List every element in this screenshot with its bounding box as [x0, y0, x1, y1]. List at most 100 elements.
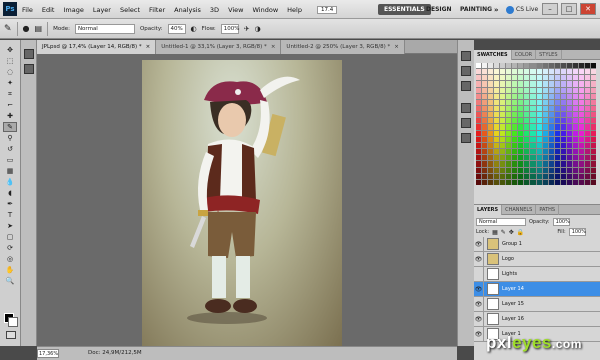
swatch-cell[interactable]	[548, 63, 554, 69]
swatch-cell[interactable]	[524, 167, 530, 173]
swatch-cell[interactable]	[506, 149, 512, 155]
swatch-cell[interactable]	[536, 167, 542, 173]
swatch-cell[interactable]	[536, 81, 542, 87]
swatch-cell[interactable]	[518, 130, 524, 136]
swatch-cell[interactable]	[476, 161, 482, 167]
swatch-cell[interactable]	[590, 87, 596, 93]
swatch-cell[interactable]	[512, 149, 518, 155]
swatch-cell[interactable]	[542, 93, 548, 99]
swatch-cell[interactable]	[488, 118, 494, 124]
paragraph-panel-icon[interactable]	[461, 81, 471, 91]
swatch-cell[interactable]	[590, 75, 596, 81]
swatch-cell[interactable]	[500, 63, 506, 69]
swatch-cell[interactable]	[506, 75, 512, 81]
swatch-cell[interactable]	[572, 142, 578, 149]
swatch-cell[interactable]	[548, 69, 554, 75]
opacity-input[interactable]: 40%	[167, 23, 186, 34]
menu-analysis[interactable]: Analysis	[174, 6, 201, 14]
swatch-cell[interactable]	[542, 130, 548, 136]
tab-close-icon[interactable]: ×	[146, 44, 151, 50]
swatch-cell[interactable]	[590, 149, 596, 155]
blend-mode-select[interactable]: Normal	[476, 217, 526, 226]
swatch-cell[interactable]	[500, 112, 506, 118]
brush-picker-icon[interactable]: ●	[23, 24, 30, 33]
swatch-cell[interactable]	[482, 179, 488, 185]
swatch-cell[interactable]	[554, 118, 560, 124]
swatch-cell[interactable]	[476, 149, 482, 155]
swatch-cell[interactable]	[524, 130, 530, 136]
swatch-cell[interactable]	[488, 142, 494, 149]
swatch-cell[interactable]	[542, 155, 548, 161]
swatch-cell[interactable]	[590, 99, 596, 105]
move-tool-icon[interactable]: ✥	[3, 45, 17, 55]
swatch-cell[interactable]	[584, 142, 590, 149]
swatch-cell[interactable]	[530, 155, 536, 161]
swatch-cell[interactable]	[590, 112, 596, 118]
swatch-cell[interactable]	[506, 161, 512, 167]
swatch-cell[interactable]	[530, 118, 536, 124]
layer-visibility-eye-icon[interactable]: 👁	[474, 326, 484, 342]
swatch-cell[interactable]	[536, 93, 542, 99]
swatch-cell[interactable]	[530, 167, 536, 173]
swatch-cell[interactable]	[512, 81, 518, 87]
swatch-cell[interactable]	[590, 118, 596, 124]
swatch-cell[interactable]	[578, 63, 584, 69]
swatch-cell[interactable]	[572, 75, 578, 81]
tab-document-3[interactable]: Untitled-2 @ 250% (Layer 3, RGB/8) * ×	[281, 39, 405, 54]
flow-input[interactable]: 100%	[220, 23, 240, 34]
layer-visibility-eye-icon[interactable]: 👁	[474, 281, 484, 297]
info-panel-icon[interactable]	[461, 103, 471, 113]
swatch-cell[interactable]	[548, 75, 554, 81]
swatch-cell[interactable]	[548, 112, 554, 118]
minimize-button[interactable]: –	[542, 3, 558, 15]
swatch-cell[interactable]	[518, 81, 524, 87]
swatch-cell[interactable]	[584, 87, 590, 93]
swatch-cell[interactable]	[512, 105, 518, 112]
swatch-cell[interactable]	[488, 167, 494, 173]
layer-row[interactable]: 👁 Layer 14	[474, 281, 600, 297]
swatch-cell[interactable]	[554, 105, 560, 112]
swatch-cell[interactable]	[530, 124, 536, 130]
swatch-cell[interactable]	[566, 105, 572, 112]
swatch-cell[interactable]	[542, 112, 548, 118]
swatch-cell[interactable]	[488, 161, 494, 167]
swatch-cell[interactable]	[482, 63, 488, 69]
swatch-cell[interactable]	[500, 161, 506, 167]
swatch-cell[interactable]	[524, 142, 530, 149]
brush-panel-dock-icon[interactable]	[23, 49, 34, 59]
swatch-cell[interactable]	[542, 87, 548, 93]
swatch-cell[interactable]	[524, 87, 530, 93]
swatch-cell[interactable]	[560, 63, 566, 69]
swatch-cell[interactable]	[560, 142, 566, 149]
swatch-cell[interactable]	[590, 167, 596, 173]
swatch-cell[interactable]	[506, 112, 512, 118]
swatch-cell[interactable]	[566, 99, 572, 105]
menu-edit[interactable]: Edit	[42, 6, 55, 14]
pressure-opacity-icon[interactable]: ◐	[191, 25, 197, 33]
swatch-cell[interactable]	[566, 112, 572, 118]
swatch-cell[interactable]	[518, 99, 524, 105]
swatch-cell[interactable]	[476, 130, 482, 136]
swatch-cell[interactable]	[530, 75, 536, 81]
swatch-cell[interactable]	[578, 99, 584, 105]
swatch-cell[interactable]	[554, 63, 560, 69]
swatch-cell[interactable]	[572, 179, 578, 185]
layer-row[interactable]: 👁 Logo	[474, 251, 600, 267]
swatch-cell[interactable]	[494, 118, 500, 124]
swatch-cell[interactable]	[590, 105, 596, 112]
swatch-cell[interactable]	[590, 130, 596, 136]
zoom-tool-icon[interactable]: 🔍	[3, 276, 17, 286]
swatch-cell[interactable]	[572, 105, 578, 112]
tab-layers[interactable]: LAYERS	[474, 204, 503, 215]
swatch-cell[interactable]	[482, 130, 488, 136]
menu-image[interactable]: Image	[63, 6, 83, 14]
swatch-cell[interactable]	[554, 161, 560, 167]
swatch-cell[interactable]	[512, 167, 518, 173]
swatch-cell[interactable]	[494, 81, 500, 87]
pen-tool-icon[interactable]: ✒	[3, 199, 17, 209]
swatch-cell[interactable]	[566, 63, 572, 69]
swatch-cell[interactable]	[512, 93, 518, 99]
swatch-cell[interactable]	[494, 130, 500, 136]
swatch-cell[interactable]	[506, 173, 512, 179]
swatch-cell[interactable]	[530, 63, 536, 69]
